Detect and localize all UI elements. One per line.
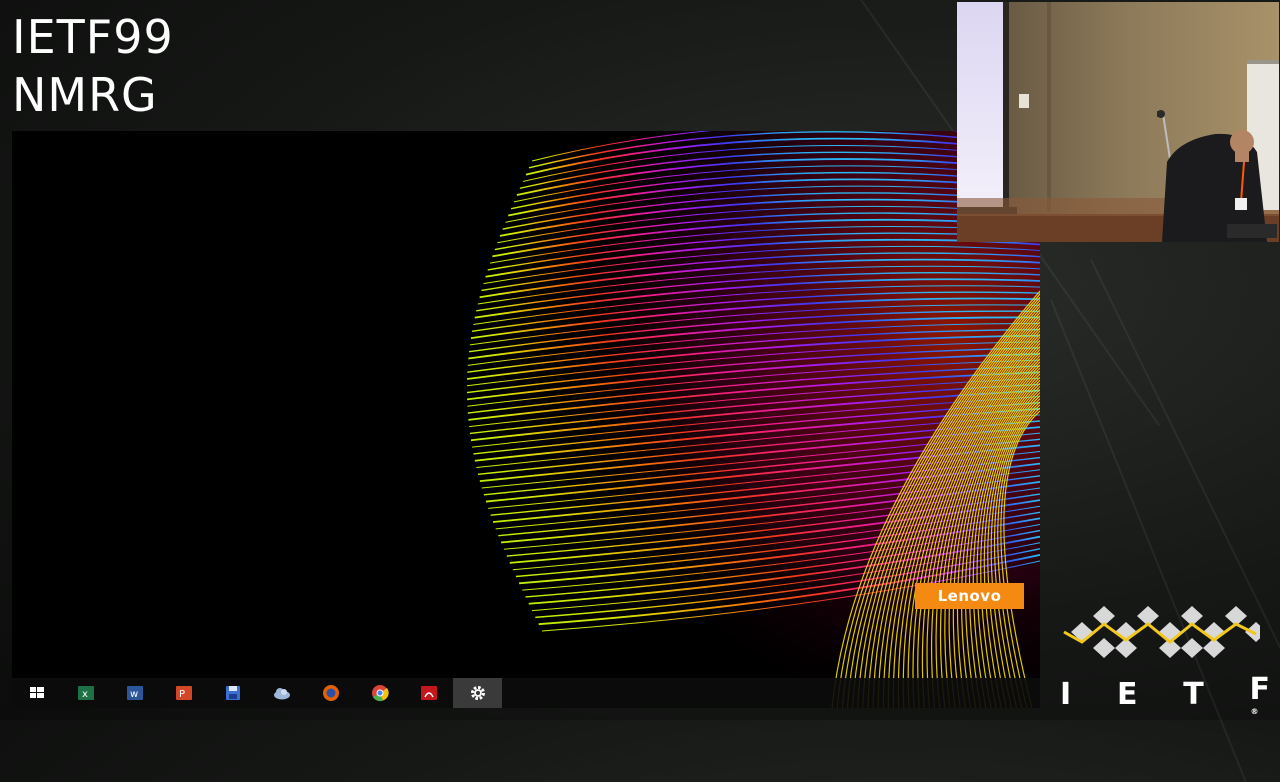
chrome-icon [371,685,389,702]
taskbar-settings-gear-button[interactable] [453,678,502,708]
onedrive-cloud-icon [273,688,290,700]
windows-taskbar: xwP [12,678,1040,708]
svg-text:w: w [130,689,138,700]
save-disk-icon [225,686,240,700]
taskbar-word-button[interactable]: w [110,678,159,708]
powerpoint-icon: P [175,686,192,700]
registered-mark: ® [1250,707,1259,716]
meeting-label: IETF99 [12,10,174,64]
taskbar-chrome-button[interactable] [355,678,404,708]
taskbar-acrobat-button[interactable] [404,678,453,708]
ietf-letter-i: I [1060,676,1072,712]
taskbar-onedrive-cloud-button[interactable] [257,678,306,708]
desktop-wallpaper [452,131,1040,708]
taskbar-firefox-button[interactable] [306,678,355,708]
firefox-icon [322,685,339,701]
stream-title: IETF99 NMRG [12,8,174,124]
acrobat-icon [420,686,437,700]
speaker-webcam-feed [957,2,1279,242]
ietf-letter-e: E [1116,676,1138,712]
group-label: NMRG [12,68,158,122]
ietf-letter-f-text: F [1249,672,1270,707]
svg-text:P: P [179,689,185,700]
windows-start-icon [29,687,44,698]
logo-diamond [1093,638,1115,658]
svg-text:x: x [82,689,88,700]
excel-icon: x [77,686,94,700]
word-icon: w [126,686,143,700]
logo-zigzag-line [1063,622,1257,644]
ietf-wordmark: I E T F ® [1060,672,1270,716]
settings-gear-icon [470,686,485,700]
shared-desktop-screen: Lenovo x w P [12,131,1040,708]
webcam-image [957,2,1279,242]
lenovo-badge: Lenovo [915,583,1024,609]
logo-diamond [1181,638,1203,658]
taskbar-excel-button[interactable]: x [61,678,110,708]
taskbar-powerpoint-button[interactable]: P [159,678,208,708]
taskbar-save-disk-button[interactable] [208,678,257,708]
taskbar-windows-start-button[interactable] [12,678,61,708]
ietf-letter-f: F ® [1249,672,1270,716]
ietf-letter-t: T [1183,676,1204,712]
